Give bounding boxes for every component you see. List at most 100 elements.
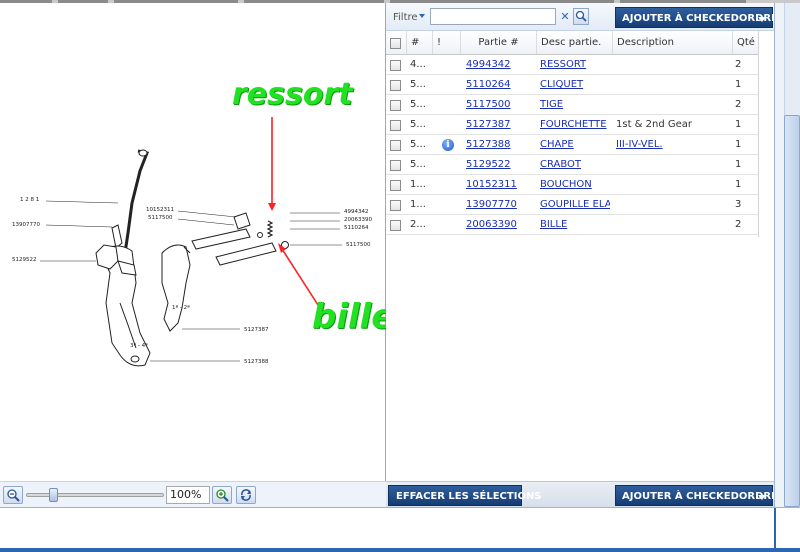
table-header: # ! Partie # Desc partie. Description Qt… — [386, 31, 758, 55]
fork-1-2 — [161, 244, 191, 332]
part-number-link[interactable]: 4994342 — [466, 55, 534, 74]
parts-toolbar: Filtre ✕ AJOUTER À CHECKEDORDRE — [386, 3, 778, 31]
part-number-link[interactable]: 20063390 — [466, 215, 534, 234]
desc-part-link[interactable]: BILLE — [540, 215, 610, 234]
refresh-button[interactable] — [236, 486, 256, 504]
chevron-down-icon[interactable] — [758, 495, 766, 500]
part-label: 1ª - 2ª — [172, 304, 190, 311]
row-select-cell — [390, 215, 406, 234]
col-header-part[interactable]: Partie # — [460, 31, 536, 54]
search-icon — [575, 10, 587, 22]
part-number-link[interactable]: 5110264 — [466, 75, 534, 94]
table-row[interactable]: 5... 5117500 TIGE 2 — [386, 95, 758, 115]
scrollbar-thumb[interactable] — [784, 115, 800, 507]
info-icon[interactable]: i — [442, 139, 454, 151]
row-num: 5... — [410, 99, 426, 110]
table-row[interactable]: 5... 5110264 CLIQUET 1 — [386, 75, 758, 95]
zoom-value-field[interactable]: 100% — [166, 486, 210, 504]
add-to-checkedorder-button[interactable]: AJOUTER À CHECKEDORDRE — [615, 7, 778, 28]
desc-part-link[interactable]: TIGE — [540, 95, 610, 114]
description-cell — [616, 75, 730, 94]
chevron-down-icon[interactable] — [758, 17, 766, 22]
zoom-slider[interactable] — [26, 488, 164, 502]
search-button[interactable] — [573, 8, 589, 25]
part-label: 13907770 — [12, 222, 40, 228]
part-number-link[interactable]: 5129522 — [466, 155, 534, 174]
spring — [266, 220, 274, 238]
row-num: 1... — [410, 199, 426, 210]
col-header-qty[interactable]: Qté — [732, 31, 758, 54]
gear-lever-shaft — [123, 149, 150, 254]
page-footer-area — [0, 507, 800, 552]
col-header-num[interactable]: # — [406, 31, 432, 54]
row-checkbox[interactable] — [390, 120, 401, 131]
row-checkbox[interactable] — [390, 200, 401, 211]
description-cell — [616, 95, 730, 114]
row-select-cell — [390, 195, 406, 214]
part-number-link[interactable]: 5117500 — [466, 95, 534, 114]
table-row[interactable]: 2... 20063390 BILLE 2 — [386, 215, 758, 235]
desc-part-link[interactable]: GOUPILLE ELA: — [540, 195, 610, 214]
desc-part-link[interactable]: CLIQUET — [540, 75, 610, 94]
parts-diagram[interactable]: 1 2 8 1 13907770 5129522 10152311 511750… — [0, 3, 386, 473]
annotation-ressort: ressort — [232, 77, 353, 112]
table-row[interactable]: 4... 4994342 RESSORT 2 — [386, 55, 758, 75]
col-header-description[interactable]: Description — [612, 31, 732, 54]
row-checkbox[interactable] — [390, 140, 401, 151]
description-cell — [616, 215, 730, 234]
zoom-in-button[interactable] — [212, 486, 232, 504]
qty-cell: 1 — [735, 139, 742, 150]
table-body: 4... 4994342 RESSORT 2 5... 5110264 CLIQUET 1 5.… — [386, 55, 758, 235]
col-header-flag[interactable]: ! — [432, 31, 460, 54]
diagram-pane: 1 2 8 1 13907770 5129522 10152311 511750… — [0, 3, 394, 507]
part-label: 20063390 — [344, 217, 372, 223]
qty-cell: 1 — [735, 179, 742, 190]
clear-icon[interactable]: ✕ — [558, 9, 572, 24]
chevron-down-icon[interactable] — [419, 14, 425, 18]
row-checkbox[interactable] — [390, 60, 401, 71]
clear-selection-button[interactable]: EFFACER LES SÉLECTIONS — [388, 485, 542, 506]
add-to-checkedorder-bottom-button[interactable]: AJOUTER À CHECKEDORDRE — [615, 485, 778, 506]
row-checkbox[interactable] — [390, 180, 401, 191]
qty-cell: 1 — [735, 79, 742, 90]
row-checkbox[interactable] — [390, 220, 401, 231]
desc-part-link[interactable]: CRABOT — [540, 155, 610, 174]
part-number-link[interactable]: 5127388 — [466, 135, 534, 154]
filter-dropdown-label[interactable]: Filtre — [393, 12, 418, 23]
description-cell — [616, 175, 730, 194]
table-row[interactable]: 5... 5129522 CRABOT 1 — [386, 155, 758, 175]
desc-part-link[interactable]: BOUCHON — [540, 175, 610, 194]
table-row[interactable]: 1... 10152311 BOUCHON 1 — [386, 175, 758, 195]
qty-cell: 3 — [735, 199, 742, 210]
page-scrollbar[interactable] — [774, 3, 800, 507]
select-all-cell — [386, 31, 406, 54]
part-number-link[interactable]: 13907770 — [466, 195, 534, 214]
desc-part-link[interactable]: CHAPE — [540, 135, 610, 154]
table-row[interactable]: 5... 5127387 FOURCHETTE 1st & 2nd Gear 1 — [386, 115, 758, 135]
col-header-desc-part[interactable]: Desc partie. — [536, 31, 612, 54]
table-row[interactable]: 1... 13907770 GOUPILLE ELA: 3 — [386, 195, 758, 215]
filter-input[interactable] — [430, 8, 556, 25]
zoom-out-button[interactable] — [3, 486, 23, 504]
row-checkbox[interactable] — [390, 80, 401, 91]
row-num: 1... — [410, 179, 426, 190]
qty-cell: 1 — [735, 119, 742, 130]
part-number-link[interactable]: 5127387 — [466, 115, 534, 134]
parts-list-pane: Filtre ✕ AJOUTER À CHECKEDORDRE # ! Part… — [386, 3, 778, 507]
part-number-link[interactable]: 10152311 — [466, 175, 534, 194]
grid-border — [758, 31, 759, 237]
shift-rod-lower — [215, 242, 277, 266]
desc-part-link[interactable]: FOURCHETTE — [540, 115, 610, 134]
lever-pin — [111, 224, 123, 249]
qty-cell: 2 — [735, 99, 742, 110]
part-label: 1 2 8 1 — [20, 197, 39, 203]
table-row[interactable]: 5... i 5127388 CHAPE III-IV-VEL. 1 — [386, 135, 758, 155]
desc-part-link[interactable]: RESSORT — [540, 55, 610, 74]
row-checkbox[interactable] — [390, 160, 401, 171]
zoom-slider-handle[interactable] — [48, 488, 58, 502]
select-all-checkbox[interactable] — [390, 38, 401, 49]
description-cell: III-IV-VEL. — [616, 139, 663, 150]
annotation-bille: bille — [312, 297, 395, 337]
qty-cell: 2 — [735, 219, 742, 230]
row-checkbox[interactable] — [390, 100, 401, 111]
